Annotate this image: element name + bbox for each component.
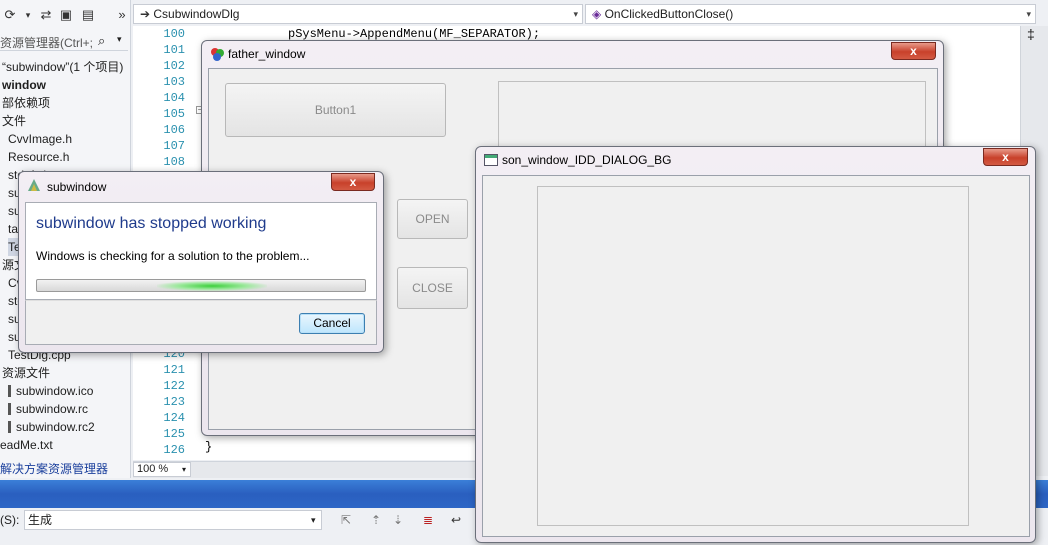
split-icon[interactable]: ‡ xyxy=(1027,26,1035,42)
file-icon xyxy=(8,385,11,397)
next-message-icon[interactable]: ⇣ xyxy=(390,512,406,528)
chevron-down-icon[interactable]: ▾ xyxy=(20,7,36,23)
solution-search-box[interactable]: 资源管理器(Ctrl+; ⌕ ▾ xyxy=(0,31,128,51)
chevron-down-icon: ▾ xyxy=(1026,9,1031,19)
zoom-select[interactable]: 100 % ▾ xyxy=(133,462,191,477)
son-window-client xyxy=(482,175,1030,537)
line-number: 126 xyxy=(163,443,185,457)
close-icon: x xyxy=(910,44,917,58)
app-icon xyxy=(210,47,224,61)
error-message: Windows is checking for a solution to th… xyxy=(36,249,310,263)
tree-item[interactable]: window xyxy=(2,76,130,94)
tree-item-label: eadMe.txt xyxy=(0,438,53,452)
output-source-value: 生成 xyxy=(28,513,53,527)
line-number: 103 xyxy=(163,75,185,89)
output-source-label: (S): xyxy=(0,513,20,527)
previous-message-icon[interactable]: ⇡ xyxy=(368,512,384,528)
close-button[interactable]: x xyxy=(983,148,1028,166)
tree-item[interactable]: 资源文件 xyxy=(2,364,130,382)
chevron-down-icon[interactable]: ▾ xyxy=(117,34,122,45)
code-line: } xyxy=(205,440,213,454)
line-number: 105 xyxy=(163,107,185,121)
window-title: father_window xyxy=(228,47,306,61)
line-number: 123 xyxy=(163,395,185,409)
line-number: 124 xyxy=(163,411,185,425)
app-icon xyxy=(27,178,41,192)
close-button[interactable]: x xyxy=(891,42,936,60)
tree-item[interactable]: eadMe.txt xyxy=(0,436,130,454)
error-heading: subwindow has stopped working xyxy=(36,215,267,232)
tree-item-label: 文件 xyxy=(2,114,27,128)
solution-explorer-tab[interactable]: 解决方案资源管理器 xyxy=(0,460,130,478)
tree-item-label: 部依赖项 xyxy=(2,96,51,110)
progress-marquee xyxy=(157,281,267,291)
code-line: pSysMenu->AppendMenu(MF_SEPARATOR); xyxy=(288,27,541,41)
window-title: son_window_IDD_DIALOG_BG xyxy=(502,153,672,167)
picture-panel xyxy=(537,186,969,526)
file-icon xyxy=(8,403,11,415)
output-source-select[interactable]: 生成 ▾ xyxy=(24,510,322,530)
tree-item-label: CvvImage.h xyxy=(8,132,73,146)
tree-item-label: subwindow.rc xyxy=(16,402,89,416)
line-number: 106 xyxy=(163,123,185,137)
line-number: 122 xyxy=(163,379,185,393)
close-icon: x xyxy=(349,175,357,189)
line-number: 108 xyxy=(163,155,185,169)
son-window: son_window_IDD_DIALOG_BG x xyxy=(475,146,1036,543)
class-dropdown-value: CsubwindowDlg xyxy=(153,7,240,21)
class-dropdown[interactable]: ➔ CsubwindowDlg ▾ xyxy=(133,4,583,24)
line-number: 121 xyxy=(163,363,185,377)
window-icon xyxy=(484,154,498,168)
refresh-icon[interactable]: ⇄ xyxy=(38,7,54,23)
line-number: 125 xyxy=(163,427,185,441)
chevron-down-icon: ▾ xyxy=(311,515,316,525)
progress-bar xyxy=(36,279,366,292)
tree-item-label: window xyxy=(2,78,46,92)
editor-navigation-bar: ➔ CsubwindowDlg ▾ ◈ OnClickedButtonClose… xyxy=(133,4,1048,24)
line-number: 102 xyxy=(163,59,185,73)
tree-item-label: “subwindow”(1 个项目) xyxy=(2,60,124,74)
file-icon xyxy=(8,421,11,433)
search-icon[interactable]: ⌕ xyxy=(98,33,105,49)
tree-item-label: 资源文件 xyxy=(2,366,51,380)
method-dropdown[interactable]: ◈ OnClickedButtonClose() ▾ xyxy=(585,4,1036,24)
properties-icon[interactable]: ▤ xyxy=(80,7,96,23)
tree-item-label: Resource.h xyxy=(8,150,70,164)
class-icon: ➔ xyxy=(140,7,154,21)
button1[interactable]: Button1 xyxy=(225,83,446,137)
open-button[interactable]: OPEN xyxy=(397,199,468,239)
tree-item[interactable]: subwindow.rc xyxy=(8,400,130,418)
sync-icon[interactable]: ⟳ xyxy=(2,7,18,23)
collapse-all-icon[interactable]: ▣ xyxy=(58,7,74,23)
word-wrap-icon[interactable]: ↩ xyxy=(448,512,464,528)
line-number: 107 xyxy=(163,139,185,153)
tree-item[interactable]: Resource.h xyxy=(8,148,130,166)
tree-item[interactable]: CvvImage.h xyxy=(8,130,130,148)
cancel-button[interactable]: Cancel xyxy=(299,313,365,334)
tree-item[interactable]: 文件 xyxy=(2,112,130,130)
close-dialog-button[interactable]: CLOSE xyxy=(397,267,468,309)
tree-item[interactable]: “subwindow”(1 个项目) xyxy=(2,58,130,76)
tree-item[interactable]: 部依赖项 xyxy=(2,94,130,112)
chevron-down-icon: ▾ xyxy=(573,9,578,19)
tree-item-label: subwindow.rc2 xyxy=(16,420,95,434)
line-number: 100 xyxy=(163,27,185,41)
zoom-value: 100 % xyxy=(137,463,169,475)
tree-item[interactable]: subwindow.ico xyxy=(8,382,130,400)
clear-all-icon[interactable]: ≣ xyxy=(420,512,436,528)
solution-explorer-toolbar: ⟳ ▾ ⇄ ▣ ▤ » xyxy=(0,4,130,28)
tree-item-label: subwindow.ico xyxy=(16,384,94,398)
dialog-title: subwindow xyxy=(47,180,107,194)
line-number: 101 xyxy=(163,43,185,57)
chevron-down-icon: ▾ xyxy=(182,465,187,474)
find-message-icon[interactable]: ⇱ xyxy=(338,512,354,528)
close-button[interactable]: x xyxy=(331,173,375,191)
tree-item[interactable]: subwindow.rc2 xyxy=(8,418,130,436)
method-dropdown-value: OnClickedButtonClose() xyxy=(604,7,734,21)
line-number: 104 xyxy=(163,91,185,105)
method-icon: ◈ xyxy=(592,7,605,21)
close-icon: x xyxy=(1002,150,1009,164)
search-placeholder: 资源管理器(Ctrl+; xyxy=(0,36,94,50)
overflow-icon[interactable]: » xyxy=(114,7,130,23)
